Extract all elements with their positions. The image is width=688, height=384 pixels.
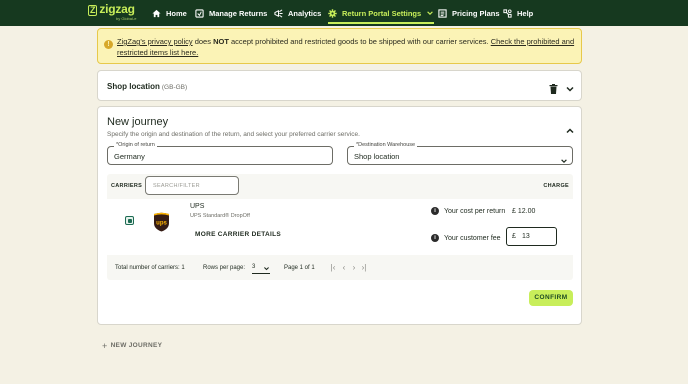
pricing-icon: [438, 8, 447, 18]
shop-location-title: Shop location (GB-GB): [107, 82, 188, 91]
next-page-icon[interactable]: ›: [350, 263, 358, 272]
pagination: Total number of carriers: 1 Rows per pag…: [107, 256, 573, 280]
info-icon[interactable]: i: [431, 207, 439, 215]
origin-field[interactable]: *Origin of return Germany: [107, 142, 333, 165]
svg-text:ups: ups: [156, 221, 167, 227]
carrier-select-checkbox[interactable]: [125, 216, 134, 225]
rows-per-page-select[interactable]: 3: [252, 263, 270, 274]
nav-return-portal-settings[interactable]: Return Portal Settings: [328, 0, 435, 26]
nav-manage-returns[interactable]: Manage Returns: [195, 0, 267, 26]
prohibited-goods-banner: ! ZigZag's privacy policy does NOT accep…: [97, 28, 582, 64]
cost-per-return-label: Your cost per return: [444, 208, 506, 215]
carriers-table: CARRIERS SEARCH/FILTER CHARGE ups UPS UP…: [107, 174, 573, 280]
customer-fee-label: Your customer fee: [444, 235, 501, 242]
add-new-journey-button[interactable]: + NEW JOURNEY: [102, 340, 162, 351]
warning-icon: !: [104, 40, 113, 49]
carrier-row: ups UPS UPS Standard® DropOff MORE CARRI…: [107, 199, 573, 255]
chevron-down-icon: [425, 9, 434, 18]
nav-home[interactable]: Home: [152, 0, 187, 26]
last-page-icon[interactable]: ›|: [360, 263, 368, 272]
top-nav: Zzigzag by Global-e Home Manage Returns …: [0, 0, 688, 26]
rows-per-page-label: Rows per page:: [203, 265, 246, 271]
more-carrier-details-button[interactable]: MORE CARRIER DETAILS: [195, 231, 281, 238]
destination-warehouse-select[interactable]: *Destination Warehouse Shop location: [347, 142, 573, 165]
nav-analytics[interactable]: Analytics: [274, 0, 321, 26]
chevron-down-icon: [264, 267, 269, 271]
carriers-header: CARRIERS SEARCH/FILTER CHARGE: [107, 174, 573, 198]
page-indicator: Page 1 of 1: [284, 265, 315, 271]
plus-icon: +: [102, 340, 108, 351]
returns-icon: [195, 8, 204, 18]
carrier-search-input[interactable]: SEARCH/FILTER: [145, 176, 239, 195]
cost-per-return-value: £ 12.00: [512, 208, 536, 215]
nav-help[interactable]: Help: [503, 0, 533, 26]
chevron-down-icon: [560, 152, 568, 164]
nav-pricing-plans[interactable]: Pricing Plans: [438, 0, 500, 26]
home-icon: [152, 9, 161, 18]
journey-description: Specify the origin and destination of th…: [107, 131, 360, 138]
new-journey-card: New journey Specify the origin and desti…: [97, 106, 582, 325]
zigzag-logo[interactable]: Zzigzag by Global-e: [88, 3, 136, 23]
customer-fee-input[interactable]: £ 13: [506, 227, 557, 246]
journey-title: New journey: [107, 116, 169, 128]
chevron-up-icon[interactable]: [565, 123, 575, 134]
delete-icon[interactable]: [549, 81, 558, 94]
carrier-name: UPS: [190, 203, 205, 210]
first-page-icon[interactable]: |‹: [329, 263, 337, 272]
info-icon[interactable]: i: [431, 234, 439, 242]
carrier-service: UPS Standard® DropOff: [190, 213, 250, 219]
chevron-down-icon[interactable]: [565, 81, 575, 92]
analytics-icon: [274, 8, 283, 18]
privacy-policy-link[interactable]: ZigZag's privacy policy: [117, 37, 193, 46]
banner-text: ZigZag's privacy policy does NOT accept …: [117, 37, 575, 57]
total-carriers: Total number of carriers: 1: [115, 265, 185, 271]
prev-page-icon[interactable]: ‹: [340, 263, 348, 272]
shop-location-card[interactable]: Shop location (GB-GB): [97, 70, 582, 101]
gear-icon: [328, 8, 337, 18]
ups-logo: ups: [153, 212, 170, 232]
help-icon: [503, 8, 512, 18]
confirm-button[interactable]: CONFIRM: [529, 290, 573, 306]
